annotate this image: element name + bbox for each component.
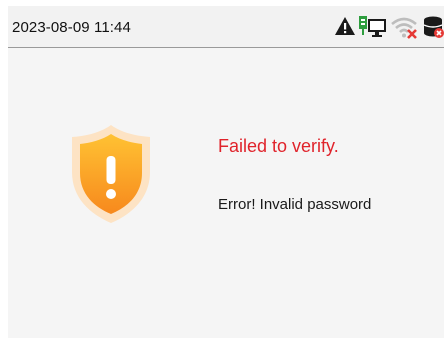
ethernet-connected-icon bbox=[359, 16, 386, 37]
shield-exclamation-icon bbox=[66, 122, 156, 226]
status-icons bbox=[334, 15, 444, 39]
error-title: Failed to verify. bbox=[218, 136, 339, 156]
verification-result-panel: Failed to verify. Error! Invalid passwor… bbox=[8, 48, 444, 338]
status-bar: 2023-08-09 11:44 bbox=[8, 6, 444, 48]
database-error-icon bbox=[423, 16, 444, 38]
wifi-disconnected-icon bbox=[391, 17, 417, 39]
error-message: Error! Invalid password bbox=[218, 196, 372, 213]
warning-icon bbox=[335, 17, 355, 35]
device-screen: 2023-08-09 11:44 Failed to verify. Error… bbox=[0, 0, 444, 338]
left-margin bbox=[0, 0, 8, 338]
datetime-label: 2023-08-09 11:44 bbox=[12, 19, 131, 36]
